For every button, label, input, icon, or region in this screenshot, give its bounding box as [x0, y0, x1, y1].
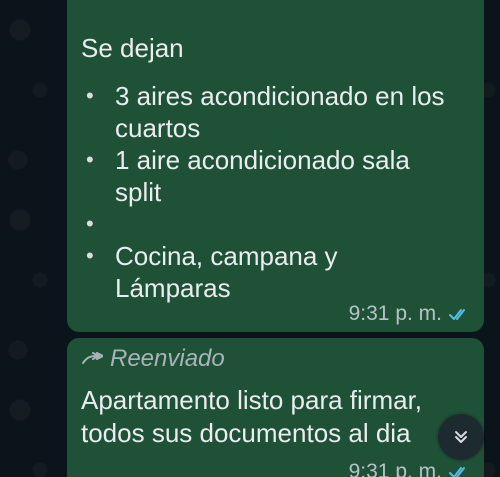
forward-icon: [82, 352, 103, 364]
bullet-item: 3 aires acondicionado en los cuartos: [81, 80, 476, 144]
message-bubble[interactable]: Se dejan 3 aires acondicionado en los cu…: [67, 0, 484, 332]
scroll-to-bottom-button[interactable]: [438, 414, 484, 460]
double-chevron-down-icon: [455, 431, 467, 443]
chat-background: Se dejan 3 aires acondicionado en los cu…: [0, 0, 500, 477]
bullet-line: split: [115, 177, 162, 207]
message-line: todos sus documentos al dia: [81, 418, 411, 448]
message-intro-text: Se dejan: [81, 33, 184, 63]
message-time: 9:31 p. m.: [348, 460, 442, 477]
bullet-line: cuartos: [115, 113, 201, 143]
message-bullet-list: 3 aires acondicionado en los cuartos 1 a…: [81, 80, 476, 304]
bullet-line: Lámparas: [115, 273, 231, 303]
message-line: Apartamento listo para firmar,: [81, 385, 423, 415]
forwarded-label: Reenviado: [81, 344, 225, 374]
message-body: Apartamento listo para firmar, todos sus…: [81, 384, 471, 450]
list-spacer: [81, 208, 476, 240]
message-meta: 9:31 p. m.: [349, 302, 472, 326]
message-bubble[interactable]: Reenviado Apartamento listo para firmar,…: [67, 338, 484, 477]
message-meta: 9:31 p. m.: [349, 460, 472, 477]
forwarded-text: Reenviado: [110, 345, 225, 372]
bullet-item: 1 aire acondicionado sala split: [81, 144, 476, 208]
double-check-icon: [449, 309, 465, 320]
double-check-icon: [449, 467, 465, 477]
bullet-item: Cocina, campana y Lámparas: [81, 240, 476, 304]
bullet-line: 1 aire acondicionado sala: [115, 145, 410, 175]
message-time: 9:31 p. m.: [348, 302, 442, 325]
bullet-line: Cocina, campana y: [115, 241, 338, 271]
bullet-line: 3 aires acondicionado en los: [115, 81, 445, 111]
